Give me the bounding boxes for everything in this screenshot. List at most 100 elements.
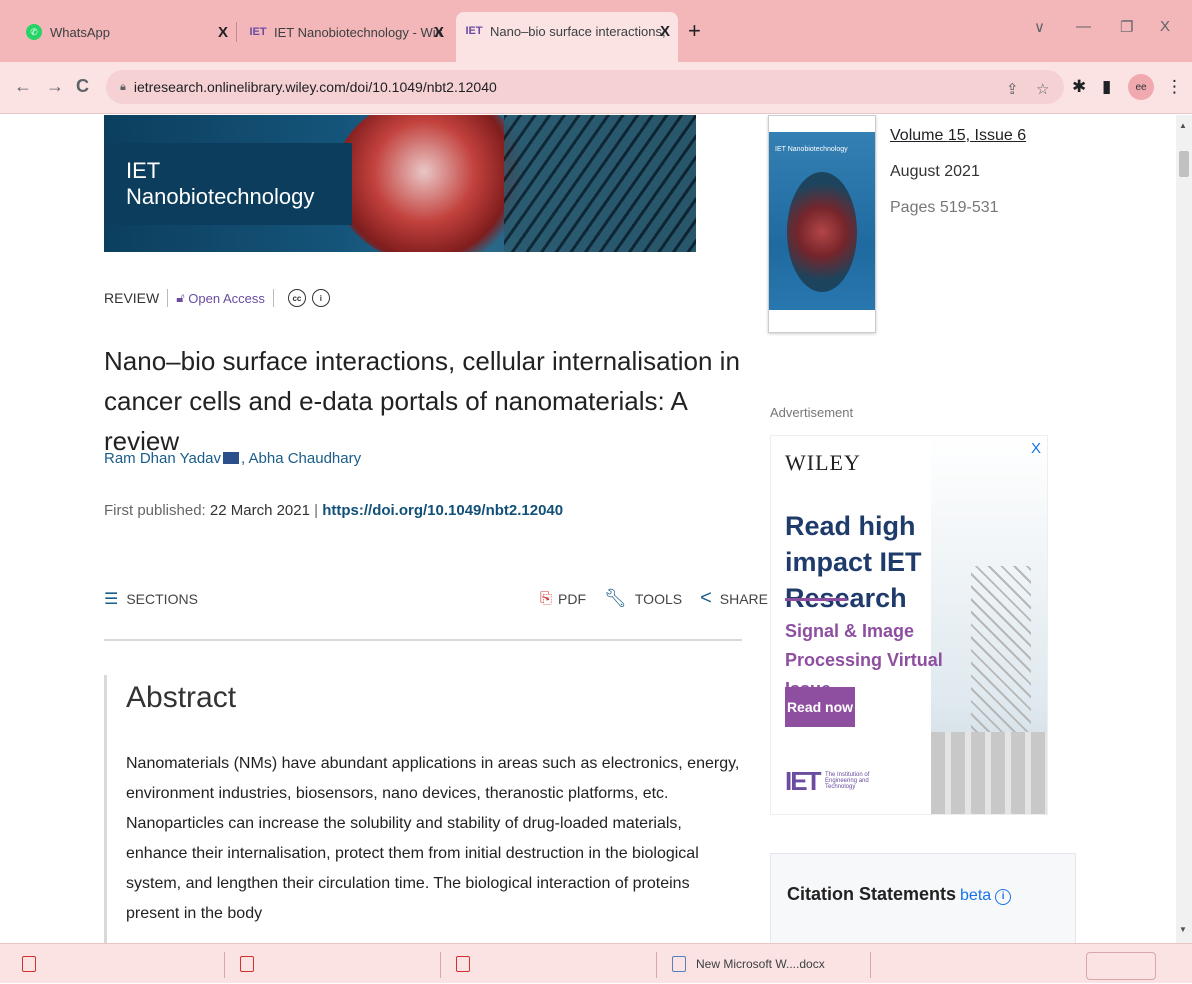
advertisement-banner[interactable]: X WILEY Read high impact IET Research Si… xyxy=(770,435,1048,815)
menu-kebab-icon[interactable]: ⋮ xyxy=(1166,77,1183,97)
reload-icon[interactable]: C xyxy=(76,76,89,97)
scrollbar-thumb[interactable] xyxy=(1179,151,1189,177)
new-tab-button[interactable]: + xyxy=(688,18,701,44)
sections-label: SECTIONS xyxy=(126,591,198,607)
banner-journal-name: IET Nanobiotechnology xyxy=(104,143,352,225)
browser-toolbar: ← → C 🔒︎ ietresearch.onlinelibrary.wiley… xyxy=(0,62,1192,114)
address-bar[interactable]: 🔒︎ ietresearch.onlinelibrary.wiley.com/d… xyxy=(106,70,1064,104)
iet-icon: IET xyxy=(465,25,483,37)
info-icon[interactable]: i xyxy=(995,889,1012,905)
cover-art xyxy=(787,172,857,292)
sections-button[interactable]: ☰ SECTIONS xyxy=(104,589,198,609)
divider xyxy=(224,952,225,978)
author-link[interactable]: Ram Dhan Yadav xyxy=(104,450,221,467)
forward-icon[interactable]: → xyxy=(46,76,64,97)
share-label[interactable]: SHARE xyxy=(720,591,768,607)
author-link[interactable]: , Abha Chaudhary xyxy=(241,450,361,467)
issue-date: August 2021 xyxy=(890,163,980,180)
download-item[interactable] xyxy=(240,944,264,984)
first-published-label: First published: xyxy=(104,502,210,519)
open-access-label[interactable]: Open Access xyxy=(188,291,265,306)
iet-org-name: The Institution of Engineering and Techn… xyxy=(825,772,870,790)
email-icon[interactable] xyxy=(223,452,240,464)
tab-search-icon[interactable]: ∨ xyxy=(1034,18,1045,36)
tab-strip: ✆ WhatsApp X IET IET Nanobiotechnology -… xyxy=(0,0,1192,62)
article-tools: ⎘ PDF 🔧︎ TOOLS < SHARE xyxy=(540,587,768,610)
beta-label: beta xyxy=(960,887,992,904)
read-now-button[interactable]: Read now xyxy=(785,687,855,727)
divider xyxy=(870,952,871,978)
close-icon[interactable]: X xyxy=(434,24,444,41)
pdf-file-icon xyxy=(22,956,36,972)
issue-pages: Pages 519-531 xyxy=(890,199,999,216)
journal-banner[interactable]: IET Nanobiotechnology xyxy=(104,115,696,252)
scroll-down-arrow-icon[interactable]: ▼ xyxy=(1179,925,1187,934)
section-divider xyxy=(104,639,742,641)
divider xyxy=(272,289,274,307)
tab-iet-nanobiotechnology[interactable]: IET IET Nanobiotechnology - Wiley C X xyxy=(240,14,452,50)
restore-button[interactable]: ❐ xyxy=(1120,18,1133,36)
tools-label[interactable]: TOOLS xyxy=(635,591,682,607)
side-panel-icon[interactable]: ▮ xyxy=(1102,77,1111,97)
profile-avatar[interactable]: ee xyxy=(1128,74,1154,100)
cover-header xyxy=(769,116,875,132)
url-text: ietresearch.onlinelibrary.wiley.com/doi/… xyxy=(133,79,497,95)
download-item[interactable] xyxy=(22,944,46,984)
extensions-puzzle-icon[interactable]: ✱ xyxy=(1072,77,1086,97)
abstract-heading: Abstract xyxy=(126,681,237,714)
tab-title: IET Nanobiotechnology - Wiley C xyxy=(274,24,442,40)
volume-number: 15 xyxy=(947,127,966,144)
pdf-label[interactable]: PDF xyxy=(558,591,586,607)
back-icon[interactable]: ← xyxy=(14,76,32,97)
scroll-up-arrow-icon[interactable]: ▲ xyxy=(1179,121,1187,130)
pdf-file-icon xyxy=(240,956,254,972)
close-icon[interactable]: X xyxy=(218,24,228,41)
download-shelf: New Microsoft W....docx xyxy=(0,943,1192,983)
issue-number: 6 xyxy=(1017,127,1027,144)
article-title: Nano–bio surface interactions, cellular … xyxy=(104,346,740,456)
ad-building-image xyxy=(931,732,1047,814)
download-name: New Microsoft W....docx xyxy=(696,957,825,971)
tab-title: WhatsApp xyxy=(50,24,110,40)
minimize-button[interactable]: — xyxy=(1076,18,1091,35)
close-icon[interactable]: X xyxy=(660,23,670,40)
divider xyxy=(656,952,657,978)
download-item[interactable]: New Microsoft W....docx xyxy=(672,944,825,984)
close-window-button[interactable]: X xyxy=(1160,18,1170,35)
cover-footer xyxy=(769,310,875,332)
citation-title: Citation Statements beta i xyxy=(787,884,1012,905)
pdf-icon[interactable]: ⎘ xyxy=(540,590,552,607)
whatsapp-icon: ✆ xyxy=(26,24,42,40)
vertical-scrollbar[interactable]: ▲ ▼ xyxy=(1176,115,1192,943)
author-list: Ram Dhan Yadav , Abha Chaudhary xyxy=(104,450,361,467)
show-all-button[interactable] xyxy=(1086,952,1156,980)
article-meta: REVIEW 🔓︎ Open Access cc i xyxy=(104,289,330,307)
creative-commons-icon[interactable]: cc xyxy=(287,289,306,307)
ad-close-icon[interactable]: X xyxy=(1031,440,1041,457)
tab-article-active[interactable]: IET Nano–bio surface interactions, c X xyxy=(456,12,678,62)
tab-whatsapp[interactable]: ✆ WhatsApp X xyxy=(16,14,236,50)
abstract-text: Nanomaterials (NMs) have abundant applic… xyxy=(126,755,740,922)
volume-issue-link[interactable]: Volume 15, Issue 6 xyxy=(890,127,1026,145)
doi-link[interactable]: https://doi.org/10.1049/nbt2.12040 xyxy=(322,502,563,519)
lock-icon[interactable]: 🔒︎ xyxy=(120,81,126,94)
word-file-icon xyxy=(672,956,686,972)
bookmark-star-icon[interactable]: ☆ xyxy=(1036,80,1049,98)
advertisement-label: Advertisement xyxy=(770,405,854,420)
citation-statements-panel: Citation Statements beta i xyxy=(770,853,1076,943)
iet-logo: IET xyxy=(785,766,821,796)
wrench-icon[interactable]: 🔧︎ xyxy=(604,588,627,609)
open-access-lock-icon: 🔓︎ xyxy=(176,290,189,305)
share-page-icon[interactable]: ⇪ xyxy=(1006,80,1019,98)
download-item[interactable] xyxy=(456,944,480,984)
ad-accent-bar xyxy=(785,598,847,601)
cover-title: IET Nanobiotechnology xyxy=(775,146,848,153)
tab-separator xyxy=(236,22,237,42)
share-icon[interactable]: < xyxy=(700,587,712,610)
page-content: IET Nanobiotechnology REVIEW 🔓︎ Open Acc… xyxy=(0,115,1176,943)
abstract-section: Abstract Nanomaterials (NMs) have abunda… xyxy=(104,675,744,943)
attribution-icon[interactable]: i xyxy=(311,289,330,307)
iet-icon: IET xyxy=(249,26,267,38)
volume-label: Volume xyxy=(890,127,948,144)
journal-cover-image[interactable]: IET Nanobiotechnology xyxy=(768,115,876,333)
